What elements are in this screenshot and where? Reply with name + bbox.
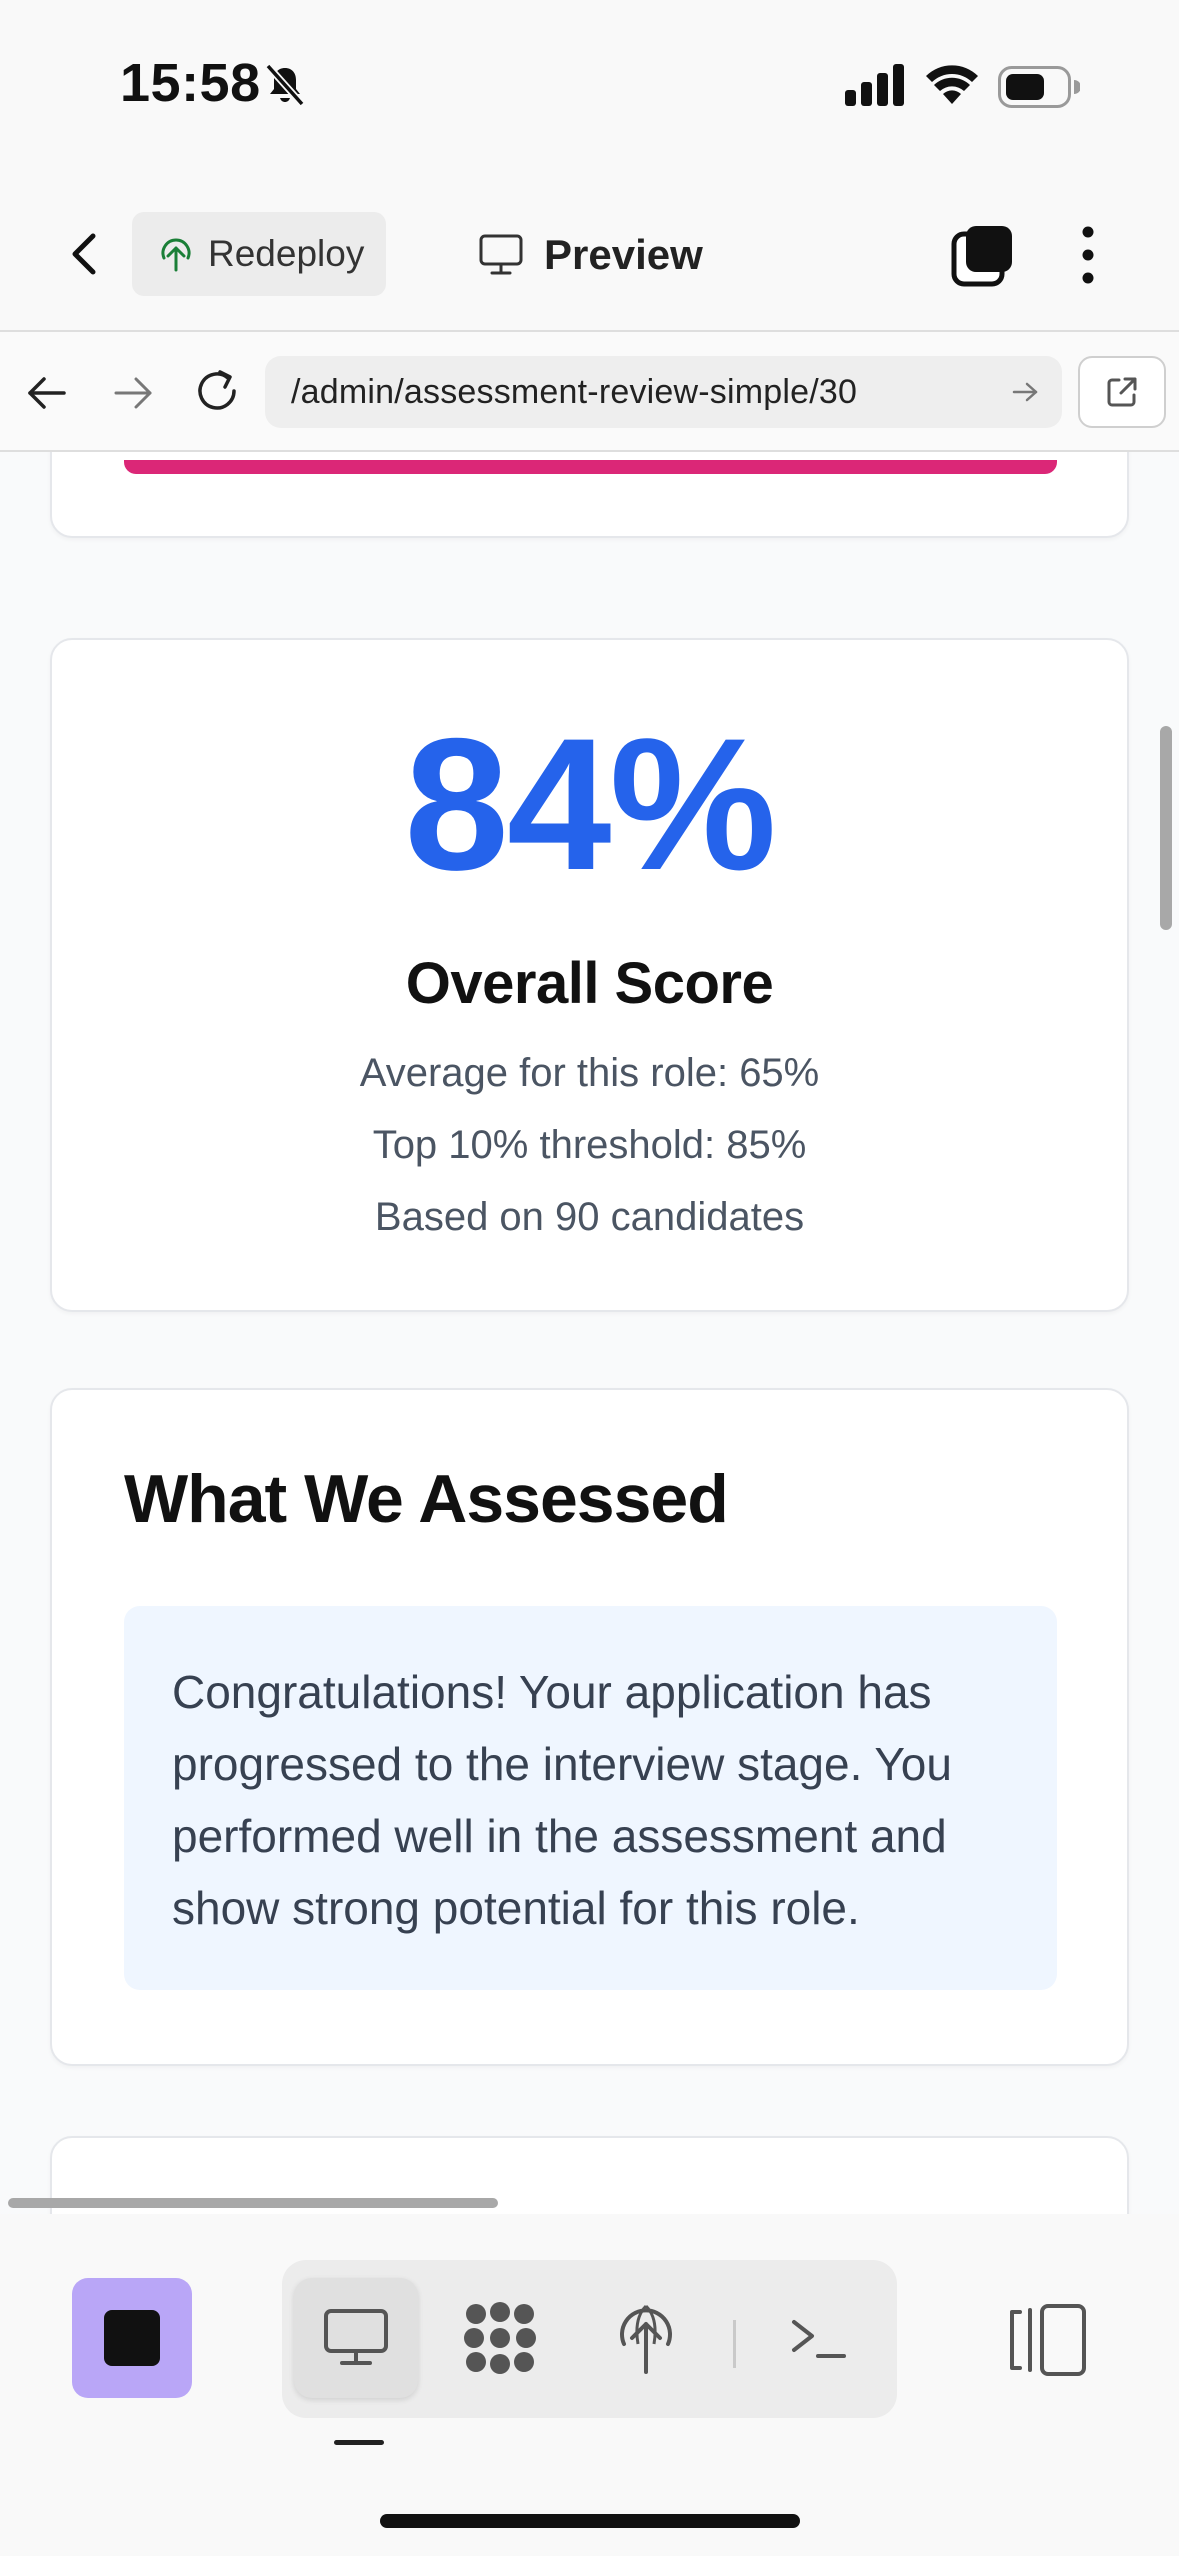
cellular-signal-icon [845,64,904,106]
view-preview-button[interactable] [294,2278,418,2398]
vertical-scrollbar[interactable] [1160,726,1172,930]
battery-icon [998,66,1080,108]
progress-card [50,452,1129,538]
reload-icon[interactable] [190,364,244,418]
tabs-stack-icon[interactable] [950,222,1016,288]
view-deploy-button[interactable] [584,2278,708,2398]
wifi-icon [926,65,978,104]
deploy-tree-icon [161,238,191,272]
score-title: Overall Score [405,951,774,1016]
bell-slash-icon [265,63,305,107]
role-average: Average for this role: 65% [359,1051,820,1095]
view-cluster-button[interactable] [438,2278,562,2398]
bottom-toolbar [0,2214,1179,2556]
view-switcher [282,2260,897,2418]
view-divider [733,2320,736,2368]
deploy-tree-icon [620,2304,672,2374]
open-external-icon [1107,377,1137,407]
monitor-icon [324,2309,388,2365]
arrow-right-icon[interactable] [108,368,158,418]
redeploy-button[interactable]: Redeploy [132,212,386,296]
progress-bar [124,460,1057,474]
assessed-card: What We Assessed Congratulations! Your a… [50,1388,1129,2066]
page-content[interactable]: 84% Overall Score Average for this role:… [0,452,1179,2214]
assessed-message-box: Congratulations! Your application has pr… [124,1606,1057,1990]
score-card: 84% Overall Score Average for this role:… [50,638,1129,1312]
app-toolbar: Redeploy Preview [0,170,1179,332]
browser-nav-bar: /admin/assessment-review-simple/30 [0,332,1179,452]
stop-button[interactable] [72,2278,192,2398]
status-time: 15:58 [120,53,261,113]
score-value: 84% [404,699,776,909]
url-text: /admin/assessment-review-simple/30 [291,372,858,411]
active-view-indicator [334,2440,384,2445]
split-panel-icon[interactable] [1004,2300,1090,2380]
preview-label: Preview [544,231,703,278]
terminal-icon [792,2320,846,2358]
redeploy-label: Redeploy [208,233,365,274]
top-threshold: Top 10% threshold: 85% [372,1123,807,1167]
monitor-icon [479,234,523,275]
assessed-message: Congratulations! Your application has pr… [172,1666,952,1934]
assessed-title: What We Assessed [124,1461,729,1537]
arrow-left-icon[interactable] [22,368,72,418]
view-terminal-button[interactable] [756,2278,880,2398]
url-go-arrow-icon[interactable] [1012,380,1040,404]
url-field[interactable]: /admin/assessment-review-simple/30 [265,356,1062,428]
stop-square-icon [104,2310,160,2366]
preview-tab[interactable]: Preview [478,222,703,288]
candidate-count: Based on 90 candidates [374,1195,805,1239]
vertical-ellipsis-icon[interactable] [1070,222,1106,288]
status-bar: 15:58 [0,0,1179,170]
open-external-button[interactable] [1078,356,1166,428]
chevron-left-icon[interactable] [55,224,115,284]
cluster-icon [464,2302,536,2374]
horizontal-scrollbar[interactable] [8,2198,498,2208]
home-indicator [380,2514,800,2528]
